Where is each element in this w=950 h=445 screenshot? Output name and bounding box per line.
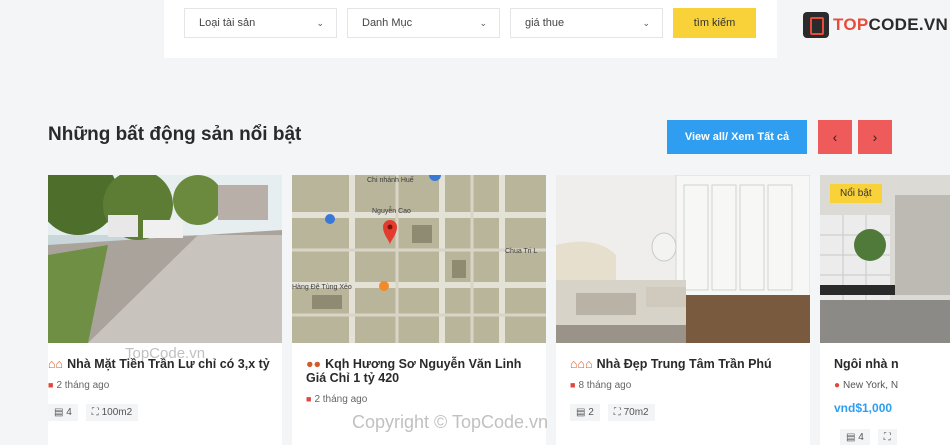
property-card[interactable]: Chi nhánh Huế Nguyễn Cao Hàng Đệ Tùng Xẻ… [292,175,546,445]
bed-count: ▤ 4 [840,429,870,445]
calendar-icon: ■ [306,394,312,404]
property-card[interactable]: ⌂⌂ Nhà Mặt Tiền Trần Lư chỉ có 3,x tỷ ■ 2 … [48,175,282,445]
post-date: ■ 2 tháng ago [306,394,368,405]
chevron-down-icon: ⌄ [642,18,650,28]
search-button[interactable]: tìm kiếm [673,8,756,38]
property-card[interactable]: Nổi bật Ngôi nhà n ● New York, N vnd$1,00… [820,175,950,445]
watermark: TopCode.vn [125,345,206,362]
property-features: ▤ 2 ⛶ 70m2 [570,404,655,421]
bed-count: ▤ 2 [570,404,600,421]
property-photo-bedroom[interactable] [556,175,810,343]
price-value: giá thue [525,17,565,29]
property-card[interactable]: ⌂⌂⌂ Nhà Đẹp Trung Tâm Trần Phú ■ 8 tháng a… [556,175,810,445]
calendar-icon: ■ [48,380,54,390]
house-icon: ⌂⌂ [48,357,64,371]
carousel-prev-button[interactable]: ‹ [818,120,852,154]
house-icon: ⌂⌂⌂ [570,357,593,371]
carousel-next-button[interactable]: › [858,120,892,154]
topcode-logo: TOPCODE.VN [803,12,948,38]
area-size: ⛶ 70m2 [607,404,655,421]
chevron-right-icon: › [872,129,878,145]
property-map-image[interactable]: Chi nhánh Huế Nguyễn Cao Hàng Đệ Tùng Xẻ… [292,175,546,343]
card-title[interactable]: Ngôi nhà n [834,357,942,371]
map-label: Nguyễn Cao [372,206,411,215]
category-select[interactable]: Danh Mục ⌄ [347,8,500,38]
logo-text-part2: CODE.VN [868,15,949,34]
price-select[interactable]: giá thue ⌄ [510,8,663,38]
section-title: Những bất động sản nổi bật [48,124,302,145]
chevron-down-icon: ⌄ [479,18,487,28]
property-type-value: Loại tài sản [199,17,256,29]
area-size: ⛶ 100m2 [85,404,139,421]
category-value: Danh Mục [362,17,413,29]
view-all-button[interactable]: View all/ Xem Tất cả [667,120,807,154]
property-photo-street[interactable] [48,175,282,343]
card-title[interactable]: ●● Kqh Hương Sơ Nguyễn Văn Linh Giá Chỉ 1… [306,357,538,385]
map-label: Hàng Đệ Tùng Xẻo [292,284,352,291]
chevron-down-icon: ⌄ [316,18,324,28]
area-icon: ⛶ [877,429,897,445]
card-title[interactable]: ⌂⌂⌂ Nhà Đẹp Trung Tâm Trần Phú [570,357,802,371]
post-date: ■ 8 tháng ago [570,380,632,391]
bed-count: ▤ 4 [48,404,78,421]
search-panel: Loại tài sản ⌄ Danh Mục ⌄ giá thue ⌄ tìm… [164,0,777,58]
map-pin-icon: ● [834,380,841,391]
calendar-icon: ■ [570,380,576,390]
property-features: ▤ 4 ⛶ 100m2 [48,404,139,421]
chevron-left-icon: ‹ [832,129,838,145]
logo-icon [803,12,829,38]
copyright-watermark: Copyright © TopCode.vn [352,412,549,432]
post-date: ■ 2 tháng ago [48,380,110,391]
map-label: Chua Tri L [505,248,537,255]
apple-icon: ●● [306,357,322,371]
logo-text-part1: TOP [833,15,869,34]
property-location: ● New York, N [834,380,899,391]
featured-badge: Nổi bật [830,184,882,203]
property-type-select[interactable]: Loại tài sản ⌄ [184,8,337,38]
property-price: vnd$1,000 [834,401,893,415]
map-label: Chi nhánh Huế [367,175,414,184]
property-features: ▤ 4 ⛶ [840,429,897,445]
